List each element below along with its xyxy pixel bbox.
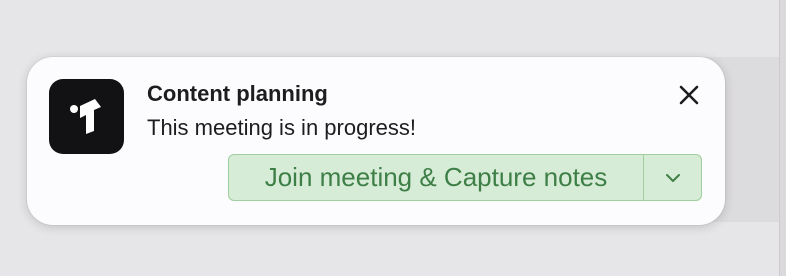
join-meeting-split-button[interactable]: Join meeting & Capture notes	[228, 154, 702, 201]
join-options-dropdown-button[interactable]	[644, 155, 701, 200]
notification-title: Content planning	[147, 81, 328, 106]
join-meeting-button[interactable]: Join meeting & Capture notes	[229, 155, 643, 200]
background-window-edge	[779, 0, 786, 276]
notification-message: This meeting is in progress!	[147, 115, 416, 140]
close-icon	[679, 85, 699, 105]
meeting-notification[interactable]: Content planning This meeting is in prog…	[27, 57, 725, 225]
close-button[interactable]	[675, 81, 703, 109]
chevron-down-icon	[665, 173, 680, 182]
app-icon[interactable]	[49, 79, 124, 154]
t-logo-icon	[69, 98, 101, 134]
